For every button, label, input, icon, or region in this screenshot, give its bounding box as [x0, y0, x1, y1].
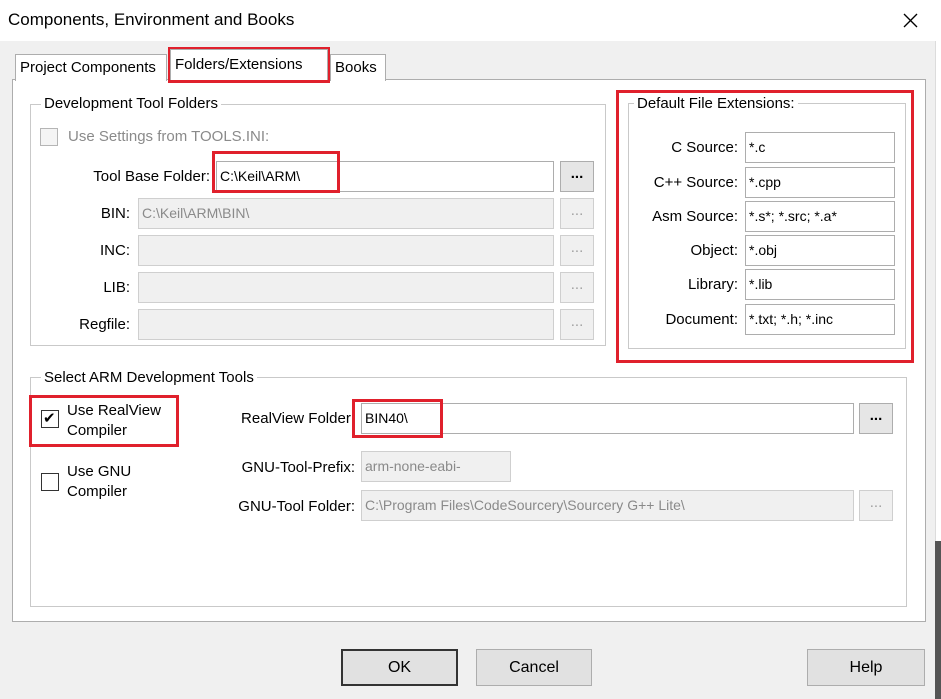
use-tools-ini-label: Use Settings from TOOLS.INI:: [68, 128, 270, 145]
ext-label-c: C Source:: [671, 139, 738, 156]
bin-browse-button[interactable]: ...: [560, 198, 594, 229]
regfile-input[interactable]: [138, 309, 554, 340]
ext-label-cpp: C++ Source:: [653, 174, 738, 191]
gnu-prefix-input[interactable]: arm-none-eabi-: [361, 451, 511, 482]
cancel-button[interactable]: Cancel: [476, 649, 592, 686]
gnu-prefix-label: GNU-Tool-Prefix:: [241, 459, 355, 476]
window-edge-shadow: [935, 541, 941, 699]
ok-button[interactable]: OK: [341, 649, 458, 686]
regfile-browse-button[interactable]: ...: [560, 309, 594, 340]
tab-label: Books: [335, 59, 377, 76]
ext-input-document[interactable]: *.txt; *.h; *.inc: [745, 304, 895, 335]
tool-base-folder-input[interactable]: C:\Keil\ARM\: [216, 161, 554, 192]
ext-label-object: Object:: [690, 242, 738, 259]
inc-label: INC:: [100, 242, 130, 259]
bin-label: BIN:: [100, 205, 130, 222]
ext-input-library[interactable]: *.lib: [745, 269, 895, 300]
close-icon: [903, 13, 918, 28]
window-title: Components, Environment and Books: [8, 10, 295, 29]
gnu-folder-label: GNU-Tool Folder:: [238, 498, 355, 515]
realview-folder-input[interactable]: BIN40\: [361, 403, 854, 434]
bin-folder-input[interactable]: C:\Keil\ARM\BIN\: [138, 198, 554, 229]
gnu-browse-button[interactable]: ...: [859, 490, 893, 521]
inc-folder-input[interactable]: [138, 235, 554, 266]
use-realview-checkbox[interactable]: ✔: [41, 410, 59, 428]
tab-books[interactable]: Books: [330, 54, 386, 81]
use-realview-label-line1: Use RealView: [67, 402, 161, 419]
realview-browse-button[interactable]: ...: [859, 403, 893, 434]
use-tools-ini-checkbox[interactable]: [40, 128, 58, 146]
use-gnu-label-line2: Compiler: [67, 483, 128, 500]
use-gnu-label-line1: Use GNU: [67, 463, 132, 480]
dev-tool-folders-title: Development Tool Folders: [41, 95, 221, 112]
tab-label: Project Components: [20, 59, 156, 76]
use-gnu-checkbox[interactable]: [41, 473, 59, 491]
tab-folders-extensions[interactable]: Folders/Extensions: [170, 49, 328, 80]
default-extensions-title: Default File Extensions:: [634, 95, 798, 112]
ext-input-asm[interactable]: *.s*; *.src; *.a*: [745, 201, 895, 232]
ext-label-document: Document:: [665, 311, 738, 328]
ext-input-cpp[interactable]: *.cpp: [745, 167, 895, 198]
ext-input-c[interactable]: *.c: [745, 132, 895, 163]
gnu-folder-input[interactable]: C:\Program Files\CodeSourcery\Sourcery G…: [361, 490, 854, 521]
ext-label-library: Library:: [687, 276, 738, 293]
lib-label: LIB:: [103, 279, 130, 296]
window-edge: [935, 41, 941, 541]
ext-label-asm: Asm Source:: [652, 208, 738, 225]
use-realview-label-line2: Compiler: [67, 422, 128, 439]
realview-folder-label: RealView Folder:: [241, 410, 355, 427]
checkmark-icon: ✔: [43, 410, 56, 427]
regfile-label: Regfile:: [79, 316, 130, 333]
help-button[interactable]: Help: [807, 649, 925, 686]
tab-project-components[interactable]: Project Components: [15, 54, 167, 81]
tool-base-browse-button[interactable]: ...: [560, 161, 594, 192]
tool-base-folder-label: Tool Base Folder:: [93, 168, 210, 185]
inc-browse-button[interactable]: ...: [560, 235, 594, 266]
tab-label: Folders/Extensions: [175, 56, 303, 73]
close-button[interactable]: [893, 4, 927, 36]
arm-tools-title: Select ARM Development Tools: [41, 369, 257, 386]
lib-folder-input[interactable]: [138, 272, 554, 303]
ext-input-object[interactable]: *.obj: [745, 235, 895, 266]
lib-browse-button[interactable]: ...: [560, 272, 594, 303]
